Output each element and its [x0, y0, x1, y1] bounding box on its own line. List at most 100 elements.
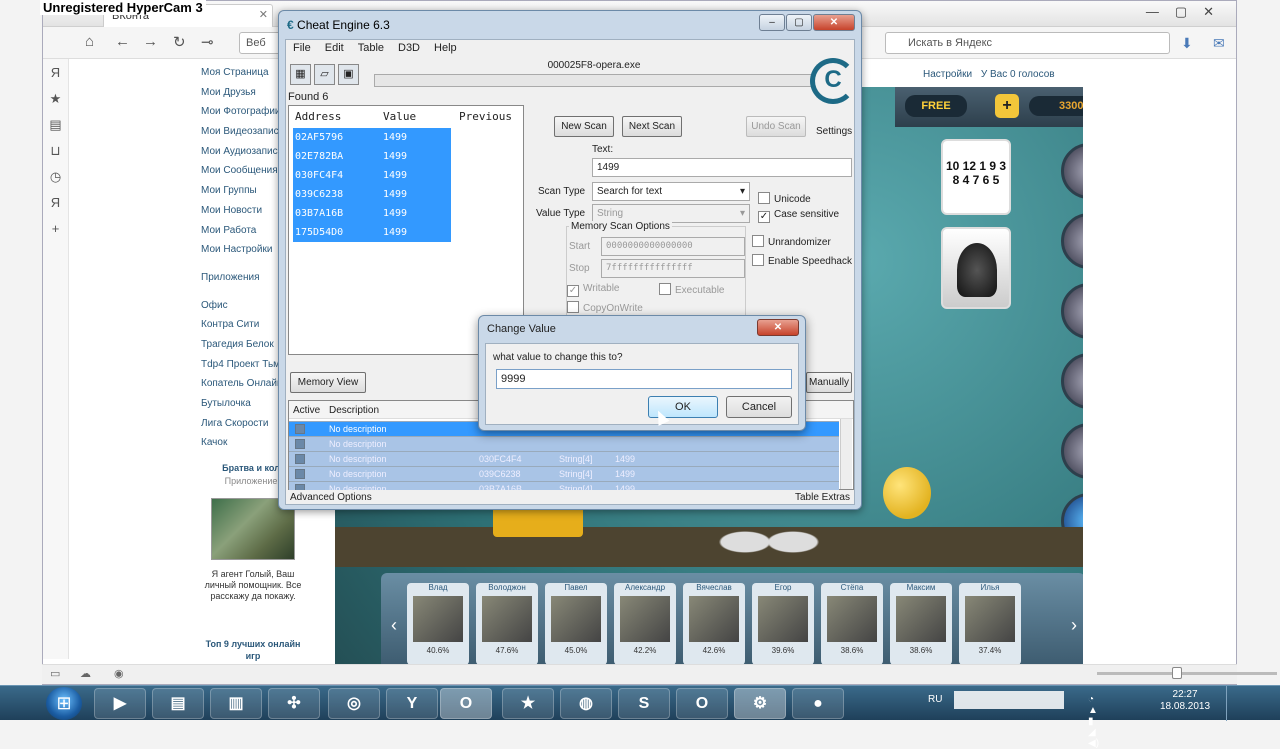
unicode-checkbox[interactable]: Unicode: [758, 192, 811, 205]
menu-file[interactable]: File: [286, 40, 318, 54]
yandex-browser-icon[interactable]: Y: [386, 688, 438, 719]
download-icon[interactable]: ⬇: [1181, 35, 1193, 52]
col-value[interactable]: Value: [383, 110, 416, 123]
home-icon[interactable]: ⌂: [85, 33, 94, 50]
menu-audio[interactable]: Мои Аудиозаписи: [201, 142, 281, 162]
menu-friends[interactable]: Мои Друзья: [201, 83, 281, 103]
open-file-icon[interactable]: ▱: [314, 64, 335, 85]
undo-scan-button[interactable]: Undo Scan: [746, 116, 806, 137]
kettlebell[interactable]: [883, 467, 931, 519]
reload-icon[interactable]: ↻: [173, 33, 186, 51]
zoom-slider[interactable]: [1097, 672, 1277, 675]
history-icon[interactable]: ◷: [43, 169, 68, 189]
top9-link[interactable]: Топ 9 лучших онлайн игр: [203, 638, 303, 662]
friend-card[interactable]: Володжон 47.6%: [476, 583, 538, 665]
table-scrollbar[interactable]: [840, 419, 852, 489]
memory-view-button[interactable]: Memory View: [290, 372, 366, 393]
app-kachok[interactable]: Качок: [201, 433, 281, 453]
archive-icon[interactable]: ▥: [210, 688, 262, 719]
tray-icons[interactable]: ◔ ▲ ▮ ◢ ◀): [1088, 694, 1099, 749]
settings-link[interactable]: Настройки: [923, 69, 972, 80]
open-process-icon[interactable]: ▦: [290, 64, 311, 85]
add-manually-button[interactable]: Manually: [806, 372, 852, 393]
back-icon[interactable]: ←: [115, 33, 130, 50]
key-icon[interactable]: ⊸: [201, 33, 214, 51]
media-player-icon[interactable]: ▶: [94, 688, 146, 719]
app-digger[interactable]: Копатель Онлайн: [201, 374, 281, 394]
start-address-input[interactable]: 0000000000000000: [601, 237, 745, 256]
search-input[interactable]: Искать в Яндекс: [885, 32, 1170, 54]
language-indicator[interactable]: RU: [928, 694, 942, 705]
menu-table[interactable]: Table: [351, 40, 391, 54]
menu-photos[interactable]: Мои Фотографии: [201, 102, 281, 122]
save-icon[interactable]: ▣: [338, 64, 359, 85]
table-row[interactable]: No description: [289, 436, 839, 451]
app-office[interactable]: Офис: [201, 296, 281, 316]
notes-icon[interactable]: ▤: [43, 117, 68, 137]
friend-card[interactable]: Павел 45.0%: [545, 583, 607, 665]
col-address[interactable]: Address: [295, 110, 341, 123]
next-scan-button[interactable]: Next Scan: [622, 116, 682, 137]
advanced-options-link[interactable]: Advanced Options: [290, 492, 372, 503]
new-value-input[interactable]: 9999: [496, 369, 792, 389]
col-active[interactable]: Active: [293, 405, 320, 416]
yandex-icon[interactable]: Я: [43, 65, 68, 85]
result-row[interactable]: 039C6238 1499: [293, 185, 451, 204]
menu-messages[interactable]: Мои Сообщения: [201, 161, 281, 181]
dialog-close-button[interactable]: ✕: [757, 319, 799, 336]
writable-checkbox[interactable]: ✓ Writable: [567, 283, 620, 297]
add-icon[interactable]: +: [43, 221, 68, 241]
app-tragedy[interactable]: Трагедия Белок: [201, 335, 281, 355]
new-scan-button[interactable]: New Scan: [554, 116, 614, 137]
heart-icon[interactable]: [1061, 423, 1083, 479]
minimize-button[interactable]: –: [759, 14, 785, 31]
opera-icon-2[interactable]: O: [676, 688, 728, 719]
votes-link[interactable]: У Вас 0 голосов: [981, 69, 1055, 80]
col-description[interactable]: Description: [329, 405, 379, 416]
unrandomizer-checkbox[interactable]: Unrandomizer: [752, 235, 831, 248]
menu-groups[interactable]: Мои Группы: [201, 181, 281, 201]
friend-card[interactable]: Влад 40.6%: [407, 583, 469, 665]
mail-icon[interactable]: ✉: [1213, 35, 1225, 52]
arm-muscle-icon[interactable]: [1061, 213, 1083, 269]
friend-card[interactable]: Егор 39.6%: [752, 583, 814, 665]
bookmarks-icon[interactable]: ★: [43, 91, 68, 111]
col-previous[interactable]: Previous: [459, 110, 512, 123]
menu-settings[interactable]: Мои Настройки: [201, 240, 281, 260]
friends-prev-arrow[interactable]: ‹: [385, 607, 403, 643]
executable-checkbox[interactable]: Executable: [659, 283, 724, 296]
file-explorer-icon[interactable]: ▤: [152, 688, 204, 719]
friend-card[interactable]: Стёпа 38.6%: [821, 583, 883, 665]
opera-icon[interactable]: O: [440, 688, 492, 719]
scan-text-input[interactable]: 1499: [592, 158, 852, 177]
browser-window-controls[interactable]: —▢✕: [1146, 4, 1230, 20]
menu-apps[interactable]: Приложения: [201, 268, 281, 288]
firefox-icon[interactable]: ◍: [560, 688, 612, 719]
menu-help[interactable]: Help: [427, 40, 464, 54]
zoom-slider-knob[interactable]: [1172, 667, 1182, 679]
result-row[interactable]: 03B7A16B 1499: [293, 204, 451, 223]
table-row[interactable]: No description 030FC4F4 String[4] 1499: [289, 451, 839, 466]
downloads-icon[interactable]: ⊔: [43, 143, 68, 163]
abs-muscle-icon[interactable]: [1061, 353, 1083, 409]
friend-card[interactable]: Илья 37.4%: [959, 583, 1021, 665]
result-row[interactable]: 175D54D0 1499: [293, 223, 451, 242]
skype-icon[interactable]: S: [618, 688, 670, 719]
app-contra-city[interactable]: Контра Сити: [201, 315, 281, 335]
maximize-button[interactable]: ▢: [786, 14, 812, 31]
yandex-icon-2[interactable]: Я: [43, 195, 68, 215]
friend-card[interactable]: Александр 42.2%: [614, 583, 676, 665]
speedhack-checkbox[interactable]: Enable Speedhack: [752, 254, 852, 267]
result-row[interactable]: 030FC4F4 1499: [293, 166, 451, 185]
menu-news[interactable]: Мои Новости: [201, 201, 281, 221]
add-currency-button[interactable]: +: [995, 94, 1019, 118]
table-extras-link[interactable]: Table Extras: [795, 492, 850, 503]
table-row[interactable]: No description 039C6238 String[4] 1499: [289, 466, 839, 481]
menu-d3d[interactable]: D3D: [391, 40, 427, 54]
menu-work[interactable]: Мои Работа: [201, 221, 281, 241]
copyonwrite-checkbox[interactable]: CopyOnWrite: [567, 301, 643, 314]
cheat-engine-logo-icon[interactable]: C: [810, 58, 856, 104]
bodybuilder-portrait[interactable]: [941, 227, 1011, 309]
friend-card[interactable]: Максим 38.6%: [890, 583, 952, 665]
result-row[interactable]: 02E782BA 1499: [293, 147, 451, 166]
